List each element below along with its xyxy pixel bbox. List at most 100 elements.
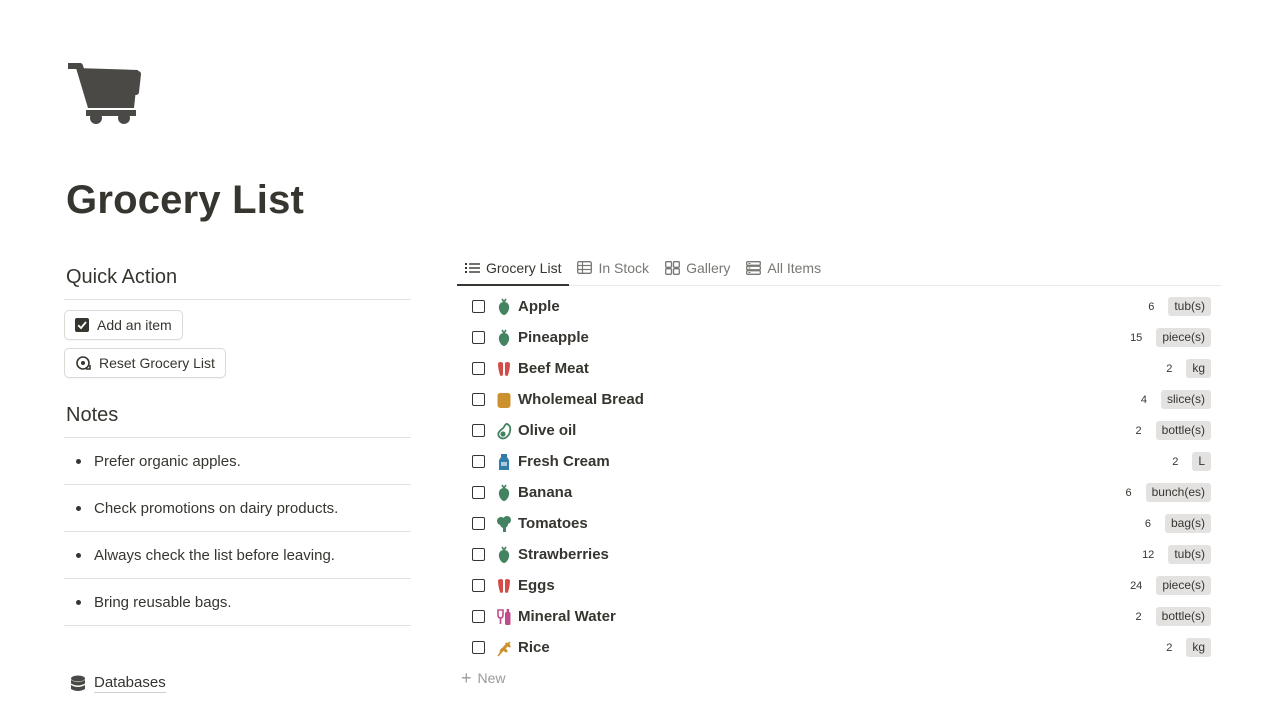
gallery-icon bbox=[665, 260, 681, 275]
bread-icon bbox=[495, 391, 513, 409]
note-text: Always check the list before leaving. bbox=[94, 546, 335, 564]
item-name[interactable]: Tomatoes bbox=[518, 515, 588, 532]
grain-icon bbox=[495, 639, 513, 657]
avocado-icon bbox=[495, 422, 513, 440]
quantity-value: 15 bbox=[1130, 331, 1143, 344]
item-checkbox[interactable] bbox=[472, 517, 485, 530]
new-label: New bbox=[477, 670, 506, 686]
databases-link-label: Databases bbox=[94, 674, 166, 693]
item-name[interactable]: Olive oil bbox=[518, 422, 576, 439]
quantity-value: 6 bbox=[1125, 486, 1132, 499]
notes-list: Prefer organic apples. Check promotions … bbox=[64, 438, 411, 626]
item-name[interactable]: Eggs bbox=[518, 577, 555, 594]
unit-tag: kg bbox=[1186, 638, 1211, 657]
divider bbox=[64, 299, 411, 300]
produce-icon bbox=[495, 329, 513, 347]
add-item-button[interactable]: Add an item bbox=[64, 310, 183, 340]
list-item[interactable]: Rice kg 2 bbox=[457, 632, 1221, 663]
item-checkbox[interactable] bbox=[472, 362, 485, 375]
new-item-button[interactable]: + New bbox=[457, 663, 1221, 693]
item-name[interactable]: Fresh Cream bbox=[518, 453, 610, 470]
unit-tag: piece(s) bbox=[1156, 576, 1211, 595]
databases-link[interactable]: Databases bbox=[70, 674, 166, 693]
bullet-icon bbox=[76, 458, 81, 464]
tab-in-stock[interactable]: In Stock bbox=[569, 250, 657, 285]
view-tabs: Grocery List In Stock Gallery All Items bbox=[457, 250, 1221, 286]
unit-tag: L bbox=[1192, 452, 1211, 471]
reset-icon bbox=[76, 356, 91, 370]
item-name[interactable]: Pineapple bbox=[518, 329, 589, 346]
item-name[interactable]: Apple bbox=[518, 298, 560, 315]
quantity-value: 6 bbox=[1144, 517, 1151, 530]
list-item[interactable]: Banana bunch(es) 6 bbox=[457, 477, 1221, 508]
unit-tag: kg bbox=[1186, 359, 1211, 378]
item-checkbox[interactable] bbox=[472, 610, 485, 623]
list-item[interactable]: Strawberries tub(s) 12 bbox=[457, 539, 1221, 570]
tab-grocery-list[interactable]: Grocery List bbox=[457, 250, 570, 286]
item-checkbox[interactable] bbox=[472, 548, 485, 561]
item-name[interactable]: Banana bbox=[518, 484, 572, 501]
list-item[interactable]: Mineral Water bottle(s) 2 bbox=[457, 601, 1221, 632]
tab-label: Grocery List bbox=[486, 259, 562, 276]
database-icon bbox=[71, 675, 85, 691]
left-column: Quick Action Add an item Reset Grocery L… bbox=[64, 262, 411, 626]
unit-tag: slice(s) bbox=[1161, 390, 1211, 409]
list-item[interactable]: Olive oil bottle(s) 2 bbox=[457, 415, 1221, 446]
table-icon bbox=[577, 261, 593, 274]
quick-action-heading: Quick Action bbox=[66, 266, 178, 288]
list-item[interactable]: Fresh Cream L 2 bbox=[457, 446, 1221, 477]
item-checkbox[interactable] bbox=[472, 331, 485, 344]
bullet-icon bbox=[76, 552, 81, 558]
list-item[interactable]: Beef Meat kg 2 bbox=[457, 353, 1221, 384]
shopping-cart-icon bbox=[68, 63, 141, 124]
plus-icon: + bbox=[461, 668, 472, 688]
page-title: Grocery List bbox=[66, 178, 305, 222]
note-item[interactable]: Always check the list before leaving. bbox=[64, 532, 411, 579]
produce-icon bbox=[495, 484, 513, 502]
item-checkbox[interactable] bbox=[472, 424, 485, 437]
quantity-value: 12 bbox=[1142, 548, 1155, 561]
unit-tag: bottle(s) bbox=[1155, 607, 1211, 626]
item-list: Apple tub(s) 6 Pineapple piece(s) 15 Beef Meat… bbox=[457, 291, 1221, 663]
tab-gallery[interactable]: Gallery bbox=[657, 250, 738, 285]
item-checkbox[interactable] bbox=[472, 641, 485, 654]
list-item[interactable]: Eggs piece(s) 24 bbox=[457, 570, 1221, 601]
item-name[interactable]: Beef Meat bbox=[518, 360, 589, 377]
quantity-value: 2 bbox=[1172, 455, 1179, 468]
notes-heading: Notes bbox=[66, 404, 119, 426]
broccoli-icon bbox=[495, 515, 513, 533]
list-icon bbox=[465, 262, 480, 273]
unit-tag: tub(s) bbox=[1168, 545, 1211, 564]
item-name[interactable]: Strawberries bbox=[518, 546, 609, 563]
item-checkbox[interactable] bbox=[472, 579, 485, 592]
note-item[interactable]: Bring reusable bags. bbox=[64, 579, 411, 626]
list-item[interactable]: Apple tub(s) 6 bbox=[457, 291, 1221, 322]
list-item[interactable]: Wholemeal Bread slice(s) 4 bbox=[457, 384, 1221, 415]
checkbox-checked-icon bbox=[75, 318, 89, 332]
quantity-value: 6 bbox=[1148, 300, 1155, 313]
item-checkbox[interactable] bbox=[472, 455, 485, 468]
item-checkbox[interactable] bbox=[472, 486, 485, 499]
tab-all-items[interactable]: All Items bbox=[738, 250, 829, 285]
tab-label: In Stock bbox=[598, 259, 650, 276]
item-name[interactable]: Rice bbox=[518, 639, 550, 656]
note-item[interactable]: Check promotions on dairy products. bbox=[64, 485, 411, 532]
list-item[interactable]: Tomatoes bag(s) 6 bbox=[457, 508, 1221, 539]
quantity-value: 24 bbox=[1130, 579, 1143, 592]
note-text: Prefer organic apples. bbox=[94, 452, 241, 470]
note-text: Bring reusable bags. bbox=[94, 593, 232, 611]
list-item[interactable]: Pineapple piece(s) 15 bbox=[457, 322, 1221, 353]
milk-carton-icon bbox=[495, 453, 513, 471]
wine-icon bbox=[495, 608, 513, 626]
item-name[interactable]: Mineral Water bbox=[518, 608, 616, 625]
note-item[interactable]: Prefer organic apples. bbox=[64, 438, 411, 485]
grocery-database: Grocery List In Stock Gallery All Items … bbox=[457, 250, 1221, 693]
bullet-icon bbox=[76, 599, 81, 605]
reset-grocery-list-button[interactable]: Reset Grocery List bbox=[64, 348, 226, 378]
item-checkbox[interactable] bbox=[472, 300, 485, 313]
item-name[interactable]: Wholemeal Bread bbox=[518, 391, 644, 408]
quantity-value: 2 bbox=[1166, 641, 1173, 654]
item-checkbox[interactable] bbox=[472, 393, 485, 406]
quantity-value: 4 bbox=[1140, 393, 1147, 406]
unit-tag: bunch(es) bbox=[1145, 483, 1211, 502]
